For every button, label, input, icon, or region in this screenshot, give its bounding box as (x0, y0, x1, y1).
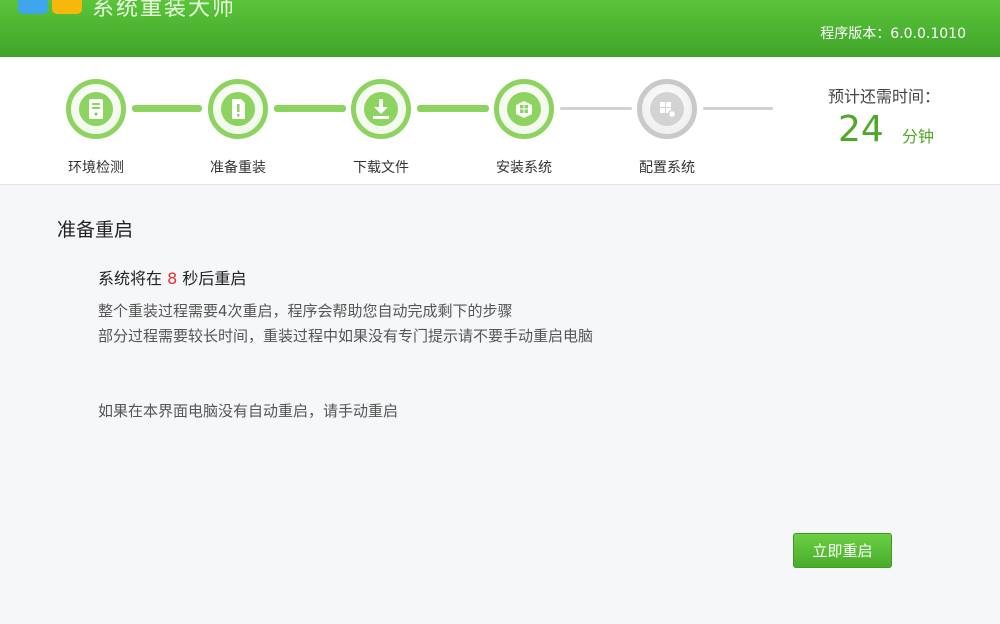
step-label-download: 下载文件 (353, 160, 409, 176)
step-connector (132, 105, 202, 112)
app-logo-icon (18, 0, 88, 18)
windows-box-icon (507, 92, 541, 126)
step-env-check (66, 79, 126, 139)
app-title: 系统重装大师 (92, 0, 237, 21)
windows-gear-icon (650, 92, 684, 126)
computer-icon (79, 92, 113, 126)
version-label: 程序版本：6.0.0.1010 (820, 26, 966, 42)
step-connector (560, 107, 632, 110)
countdown-seconds: 8 (167, 269, 178, 288)
step-connector (703, 107, 773, 110)
step-install (494, 79, 554, 139)
manual-restart-hint: 如果在本界面电脑没有自动重启，请手动重启 (98, 402, 399, 420)
countdown-suffix: 秒后重启 (182, 269, 247, 288)
eta-value: 24 (838, 109, 884, 150)
countdown-prefix: 系统将在 (98, 269, 163, 288)
step-download (351, 79, 411, 139)
step-label-configure: 配置系统 (639, 160, 695, 176)
description-line-1: 整个重装过程需要4次重启，程序会帮助您自动完成剩下的步骤 (98, 302, 513, 320)
progress-steps: 环境检测 准备重装 下载文件 安装系统 配置系统 预计还需时间： 24 分钟 (0, 57, 1000, 185)
download-icon (364, 92, 398, 126)
step-connector (274, 105, 346, 112)
document-alert-icon (221, 92, 255, 126)
restart-countdown: 系统将在 8 秒后重启 (98, 265, 246, 289)
step-label-env-check: 环境检测 (68, 160, 124, 176)
description-line-2: 部分过程需要较长时间，重装过程中如果没有专门提示请不要手动重启电脑 (98, 327, 594, 345)
step-connector (417, 105, 489, 112)
eta-unit: 分钟 (902, 127, 935, 146)
step-configure (637, 79, 697, 139)
step-label-prepare: 准备重装 (210, 160, 266, 176)
title-bar: 系统重装大师 程序版本：6.0.0.1010 (0, 0, 1000, 57)
restart-now-button[interactable]: 立即重启 (793, 533, 892, 568)
section-title: 准备重启 (57, 219, 134, 241)
step-prepare (208, 79, 268, 139)
eta-label: 预计还需时间： (827, 87, 940, 106)
step-label-install: 安装系统 (496, 160, 552, 176)
